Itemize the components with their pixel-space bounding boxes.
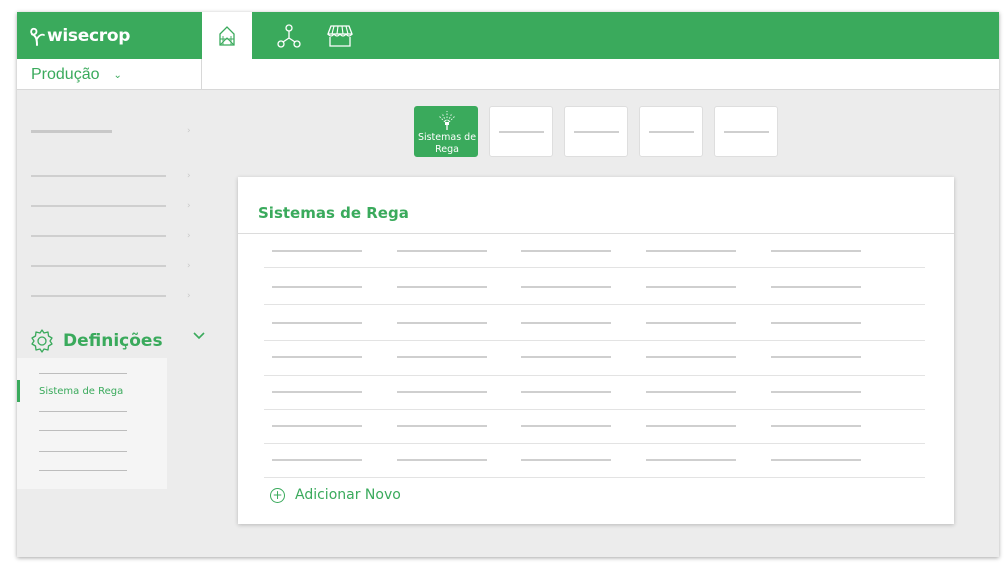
- table-cell-placeholder: [272, 459, 362, 461]
- table-cell-placeholder: [771, 250, 861, 252]
- table-cell-placeholder: [272, 286, 362, 288]
- row-separator: [264, 477, 925, 478]
- wisecrop-logo[interactable]: wisecrop: [29, 22, 130, 50]
- table-cell-placeholder: [646, 459, 736, 461]
- table-cell-placeholder: [397, 391, 487, 393]
- add-new-button[interactable]: + Adicionar Novo: [270, 487, 401, 503]
- tab-greenhouse[interactable]: [202, 12, 252, 59]
- table-cell-placeholder: [272, 250, 362, 252]
- sprinkler-icon: [438, 111, 456, 130]
- table-cell-placeholder: [397, 459, 487, 461]
- table-cell-placeholder: [521, 322, 611, 324]
- table-cell-placeholder: [521, 459, 611, 461]
- card-divider: [238, 233, 954, 234]
- row-separator: [264, 409, 925, 410]
- gear-icon: [31, 329, 53, 353]
- sidebar-item[interactable]: ›: [17, 289, 201, 303]
- table-cell-placeholder: [771, 459, 861, 461]
- chevron-right-icon: ›: [187, 291, 191, 301]
- sidebar-section-label: Definições: [63, 331, 163, 351]
- chevron-right-icon: ›: [187, 261, 191, 271]
- sidebar-item[interactable]: ›: [17, 124, 201, 138]
- row-separator: [264, 340, 925, 341]
- table-cell-placeholder: [646, 391, 736, 393]
- table-cell-placeholder: [397, 286, 487, 288]
- top-bar: wisecrop: [17, 12, 999, 59]
- row-separator: [264, 304, 925, 305]
- table-cell-placeholder: [646, 250, 736, 252]
- table-cell-placeholder: [771, 322, 861, 324]
- content-card: Sistemas de Rega + Adicionar Novo: [238, 177, 954, 524]
- tile-placeholder[interactable]: [489, 106, 553, 157]
- table-cell-placeholder: [397, 356, 487, 358]
- table-cell-placeholder: [521, 250, 611, 252]
- add-new-label: Adicionar Novo: [295, 487, 401, 503]
- row-separator: [264, 375, 925, 376]
- table-cell-placeholder: [397, 250, 487, 252]
- production-dropdown-label: Produção: [31, 66, 100, 83]
- table-cell-placeholder: [646, 425, 736, 427]
- table-cell-placeholder: [521, 286, 611, 288]
- sidebar-submenu: Sistema de Rega: [17, 358, 167, 489]
- sub-bar-divider: [201, 59, 202, 90]
- chevron-down-icon: ⌄: [113, 69, 122, 81]
- tile-sistemas-de-rega[interactable]: Sistemas de Rega: [414, 106, 478, 157]
- tile-label: Sistemas de Rega: [417, 132, 477, 155]
- sidebar-item[interactable]: ›: [17, 229, 201, 243]
- network-icon: [277, 23, 301, 48]
- table-cell-placeholder: [272, 391, 362, 393]
- table-cell-placeholder: [771, 425, 861, 427]
- tile-placeholder[interactable]: [639, 106, 703, 157]
- table-cell-placeholder: [771, 356, 861, 358]
- chevron-right-icon: ›: [187, 126, 191, 136]
- plus-circle-icon: +: [270, 487, 285, 503]
- sidebar-section-definicoes[interactable]: Definições: [29, 327, 209, 355]
- card-title: Sistemas de Rega: [258, 204, 409, 222]
- production-dropdown[interactable]: Produção ⌄: [31, 63, 122, 87]
- sidebar-item[interactable]: ›: [17, 199, 201, 213]
- table-cell-placeholder: [272, 322, 362, 324]
- table-cell-placeholder: [771, 391, 861, 393]
- chevron-right-icon: ›: [187, 171, 191, 181]
- sidebar-item[interactable]: ›: [17, 259, 201, 273]
- chevron-down-icon: [193, 332, 205, 340]
- table-cell-placeholder: [521, 425, 611, 427]
- table-cell-placeholder: [397, 322, 487, 324]
- table-cell-placeholder: [521, 356, 611, 358]
- table-cell-placeholder: [771, 286, 861, 288]
- chevron-right-icon: ›: [187, 231, 191, 241]
- sub-bar: [17, 59, 999, 90]
- table-cell-placeholder: [646, 286, 736, 288]
- table-cell-placeholder: [646, 356, 736, 358]
- table-cell-placeholder: [272, 356, 362, 358]
- table-cell-placeholder: [397, 425, 487, 427]
- tab-market[interactable]: [315, 12, 365, 59]
- tile-placeholder[interactable]: [714, 106, 778, 157]
- table-cell-placeholder: [272, 425, 362, 427]
- sidebar-item[interactable]: ›: [17, 169, 201, 183]
- greenhouse-icon: [219, 25, 235, 46]
- tab-network[interactable]: [264, 12, 314, 59]
- tile-placeholder[interactable]: [564, 106, 628, 157]
- table-cell-placeholder: [521, 391, 611, 393]
- table-cell-placeholder: [646, 322, 736, 324]
- submenu-item-sistema-de-rega[interactable]: Sistema de Rega: [39, 386, 123, 397]
- logo-text: wisecrop: [47, 26, 131, 46]
- row-separator: [264, 267, 925, 268]
- row-separator: [264, 443, 925, 444]
- active-indicator: [17, 380, 20, 402]
- chevron-right-icon: ›: [187, 201, 191, 211]
- sprout-logo-icon: [30, 27, 45, 46]
- market-stall-icon: [327, 24, 353, 47]
- app-window: wisecrop Produção ⌄ › › › › › › Definiçõ…: [17, 12, 999, 557]
